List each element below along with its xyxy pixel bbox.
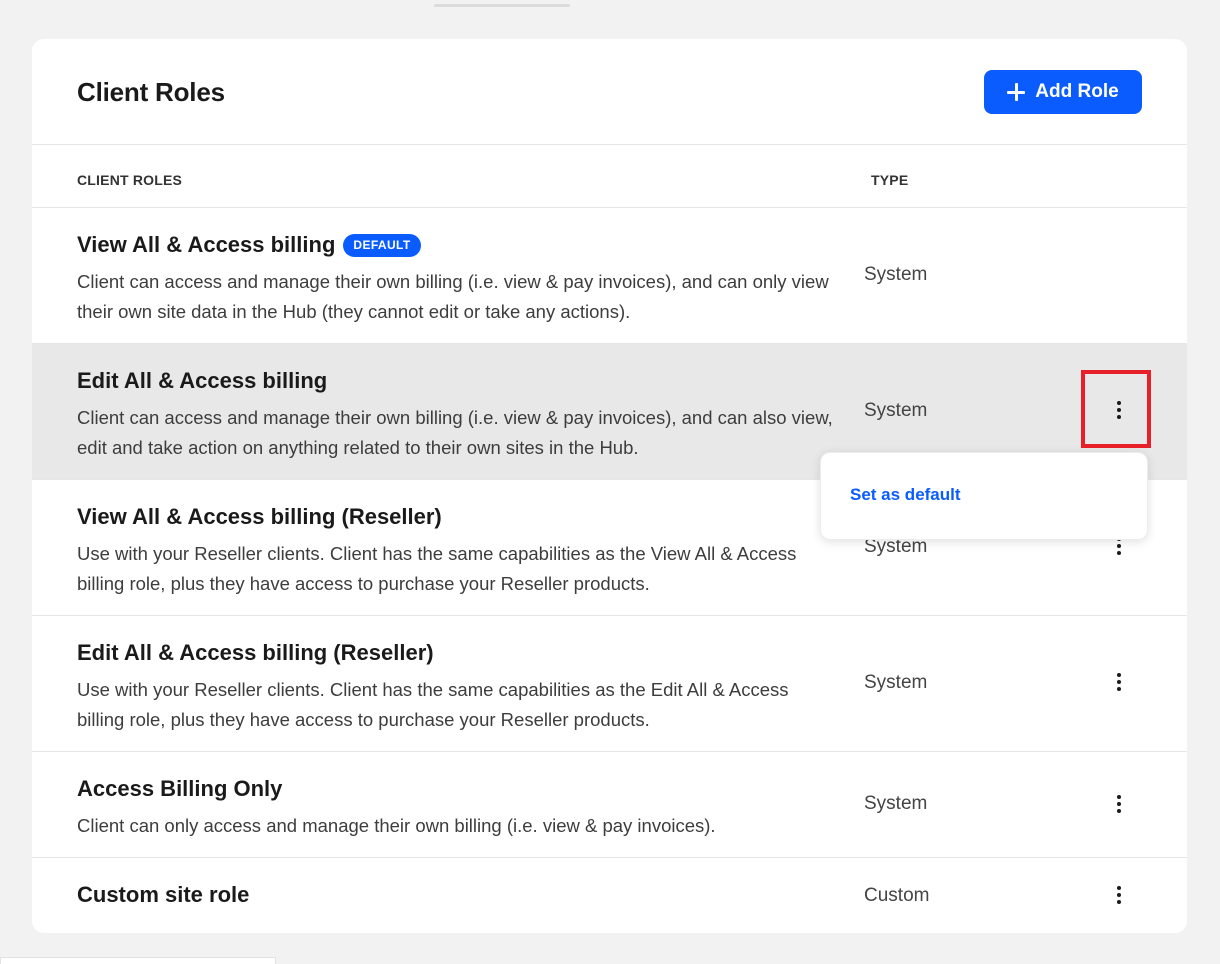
role-title-text: Custom site role <box>77 882 250 907</box>
role-title: Edit All & Access billing (Reseller) <box>77 640 434 666</box>
set-as-default-menu-item[interactable]: Set as default <box>850 485 961 505</box>
add-role-button[interactable]: Add Role <box>984 70 1142 114</box>
role-type: System <box>864 793 928 814</box>
role-description: Use with your Reseller clients. Client h… <box>77 679 789 730</box>
highlight-box <box>1081 370 1151 448</box>
default-badge: DEFAULT <box>343 233 421 257</box>
role-description: Client can access and manage their own b… <box>77 271 829 322</box>
column-header-client-roles: CLIENT ROLES <box>77 172 183 188</box>
role-title: View All & Access billing DEFAULT <box>77 232 421 258</box>
plus-icon <box>1007 83 1026 101</box>
role-title-text: View All & Access billing <box>77 232 336 257</box>
more-options-icon[interactable] <box>1107 789 1131 819</box>
role-title-text: Edit All & Access billing (Reseller) <box>77 640 434 665</box>
role-type: System <box>864 400 928 421</box>
role-type: System <box>864 672 928 693</box>
role-title: Custom site role <box>77 882 249 908</box>
role-title-text: View All & Access billing (Reseller) <box>77 504 442 529</box>
table-row: Custom site role Custom <box>32 858 1187 933</box>
role-type: System <box>864 264 928 285</box>
role-description: Use with your Reseller clients. Client h… <box>77 543 797 594</box>
more-options-icon[interactable] <box>1107 667 1131 697</box>
more-options-icon[interactable] <box>1107 880 1131 910</box>
page-title: Client Roles <box>77 77 225 107</box>
role-type: Custom <box>864 885 930 906</box>
table-row: Edit All & Access billing (Reseller) Use… <box>32 616 1187 752</box>
table-header: CLIENT ROLES TYPE <box>32 145 1187 208</box>
role-description: Client can only access and manage their … <box>77 815 716 836</box>
role-title-text: Edit All & Access billing <box>77 368 328 393</box>
role-title-text: Access Billing Only <box>77 776 283 801</box>
table-row: View All & Access billing DEFAULT Client… <box>32 208 1187 344</box>
add-role-label: Add Role <box>1035 81 1119 102</box>
role-title: Edit All & Access billing <box>77 368 327 394</box>
table-row: Access Billing Only Client can only acce… <box>32 752 1187 858</box>
row-options-menu: Set as default <box>820 452 1148 540</box>
card-header: Client Roles Add Role <box>32 39 1187 145</box>
role-title: Access Billing Only <box>77 776 282 802</box>
role-description: Client can access and manage their own b… <box>77 407 833 458</box>
role-title: View All & Access billing (Reseller) <box>77 504 442 530</box>
top-drag-handle <box>434 4 570 7</box>
column-header-type: TYPE <box>871 172 909 188</box>
